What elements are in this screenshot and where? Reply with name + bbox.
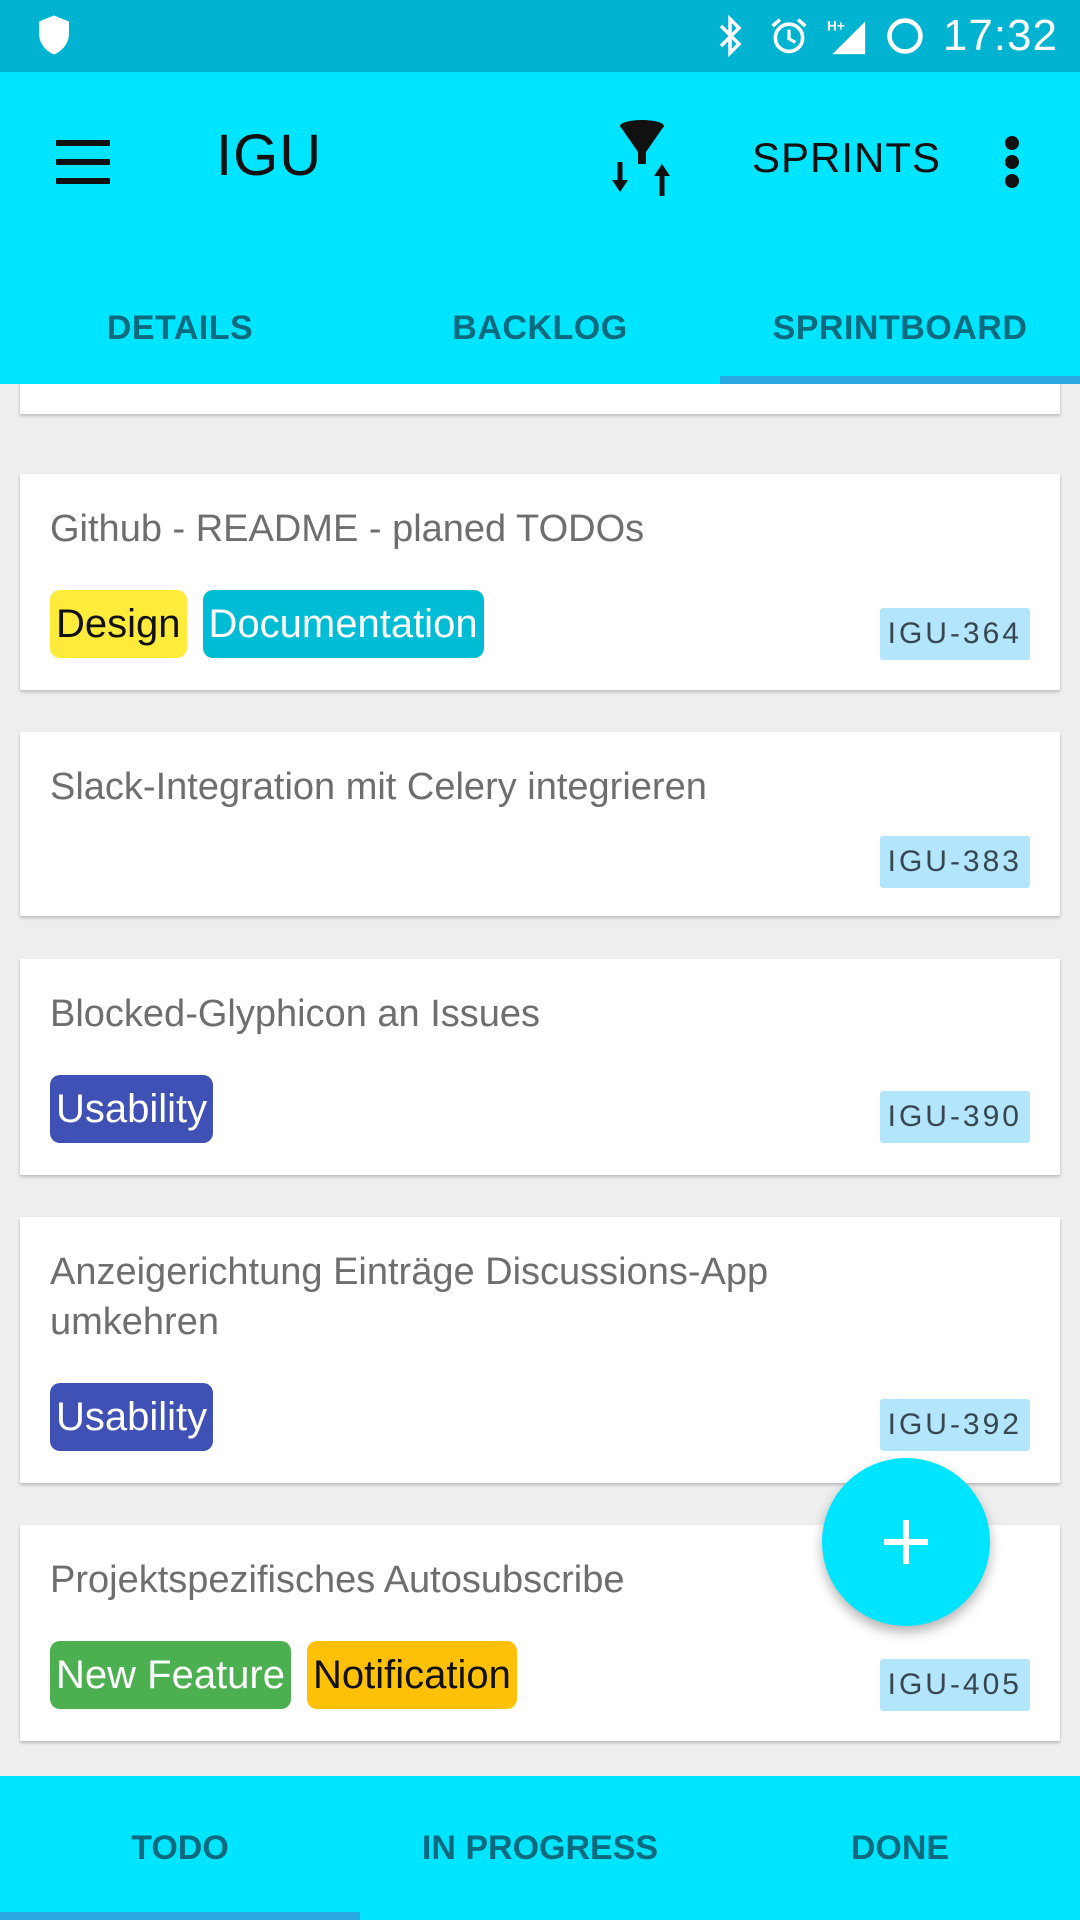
issue-title: Github - README - planed TODOs <box>50 508 645 550</box>
tab-label: DETAILS <box>106 308 254 347</box>
issue-title: Blocked-Glyphicon an Issues <box>50 993 541 1035</box>
signal-hplus-icon: H+ <box>827 14 867 58</box>
tab-backlog[interactable]: BACKLOG <box>360 272 720 384</box>
app-title: IGU <box>216 123 323 188</box>
add-issue-button[interactable] <box>822 1458 990 1626</box>
issue-key: IGU-383 <box>879 836 1030 888</box>
status-bar: H+ 17:32 <box>0 0 1080 72</box>
issue-card[interactable]: Slack-Integration mit Celery integrieren… <box>20 732 1060 916</box>
status-time: 17:32 <box>942 11 1058 60</box>
sprints-button[interactable]: SPRINTS <box>752 134 941 182</box>
tab-label: TODO <box>131 1828 229 1867</box>
issue-title: Projektspezifisches Autosubscribe <box>50 1559 625 1601</box>
issue-title: Slack-Integration mit Celery integrieren <box>50 766 707 808</box>
shield-icon <box>39 15 69 55</box>
tab-in-progress[interactable]: IN PROGRESS <box>360 1776 720 1920</box>
tab-details[interactable]: DETAILS <box>0 272 360 384</box>
alarm-icon <box>769 14 809 58</box>
sync-icon <box>885 14 925 58</box>
tab-label: IN PROGRESS <box>421 1828 659 1867</box>
tab-sprintboard[interactable]: SPRINTBOARD <box>720 272 1080 384</box>
svg-text:H+: H+ <box>827 19 845 34</box>
tab-done[interactable]: DONE <box>720 1776 1080 1920</box>
menu-icon[interactable] <box>52 132 116 192</box>
tab-label: SPRINTBOARD <box>772 308 1028 347</box>
issue-tag: Usability <box>50 1383 214 1451</box>
issue-tag: New Feature <box>50 1641 291 1709</box>
issue-key: IGU-364 <box>879 608 1030 660</box>
issue-tag: Usability <box>50 1075 214 1143</box>
issue-card[interactable]: Github - README - planed TODOs Design Do… <box>20 474 1060 690</box>
issue-title: Anzeigerichtung Einträge Discussions-App… <box>50 1251 769 1343</box>
tab-indicator <box>720 376 1080 384</box>
issue-card[interactable]: IGU-369 <box>20 384 1060 414</box>
tab-label: DONE <box>850 1828 950 1867</box>
issue-key: IGU-392 <box>879 1399 1030 1451</box>
issue-tag: Design <box>50 590 187 658</box>
tab-todo[interactable]: TODO <box>0 1776 360 1920</box>
app-bar: IGU SPRINTS DETAILS BACKLOG SPRINTBOARD <box>0 72 1080 384</box>
bluetooth-icon <box>711 14 751 58</box>
issue-tag: Documentation <box>202 590 484 658</box>
filter-sort-icon[interactable] <box>606 116 680 196</box>
tab-label: BACKLOG <box>452 308 628 347</box>
issue-key: IGU-390 <box>879 1091 1030 1143</box>
bottom-tab-bar: TODO IN PROGRESS DONE <box>0 1776 1080 1920</box>
tab-indicator <box>0 1912 360 1920</box>
issue-tag: Notification <box>306 1641 517 1709</box>
top-tab-bar: DETAILS BACKLOG SPRINTBOARD <box>0 272 1080 384</box>
more-vert-icon[interactable] <box>1000 132 1030 192</box>
issue-card[interactable]: Anzeigerichtung Einträge Discussions-App… <box>20 1217 1060 1483</box>
issue-card[interactable]: Blocked-Glyphicon an Issues Usability IG… <box>20 959 1060 1175</box>
issue-key: IGU-405 <box>879 1659 1030 1711</box>
